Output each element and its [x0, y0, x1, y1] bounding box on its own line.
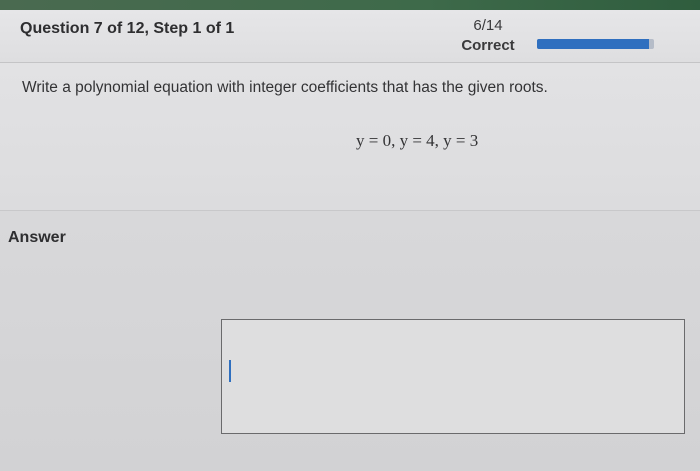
- score-fraction: 6/14: [473, 17, 503, 34]
- question-step-label: Question 7 of 12, Step 1 of 1: [20, 20, 235, 37]
- question-header: Question 7 of 12, Step 1 of 1 6/14 Corre…: [0, 10, 700, 63]
- answer-input[interactable]: [221, 319, 685, 434]
- text-cursor: [229, 360, 231, 382]
- question-panel: Write a polynomial equation with integer…: [0, 63, 700, 210]
- progress-bar-fill: [537, 39, 650, 49]
- answer-panel: Answer: [0, 211, 700, 471]
- top-accent-bar: [0, 0, 700, 10]
- score-status: Correct: [461, 37, 515, 54]
- answer-label: Answer: [8, 229, 66, 246]
- score-indicator: 6/14 Correct: [450, 16, 526, 56]
- progress-bar: [537, 39, 654, 49]
- question-prompt: Write a polynomial equation with integer…: [22, 79, 548, 96]
- roots-equation: y = 0, y = 4, y = 3: [356, 131, 479, 150]
